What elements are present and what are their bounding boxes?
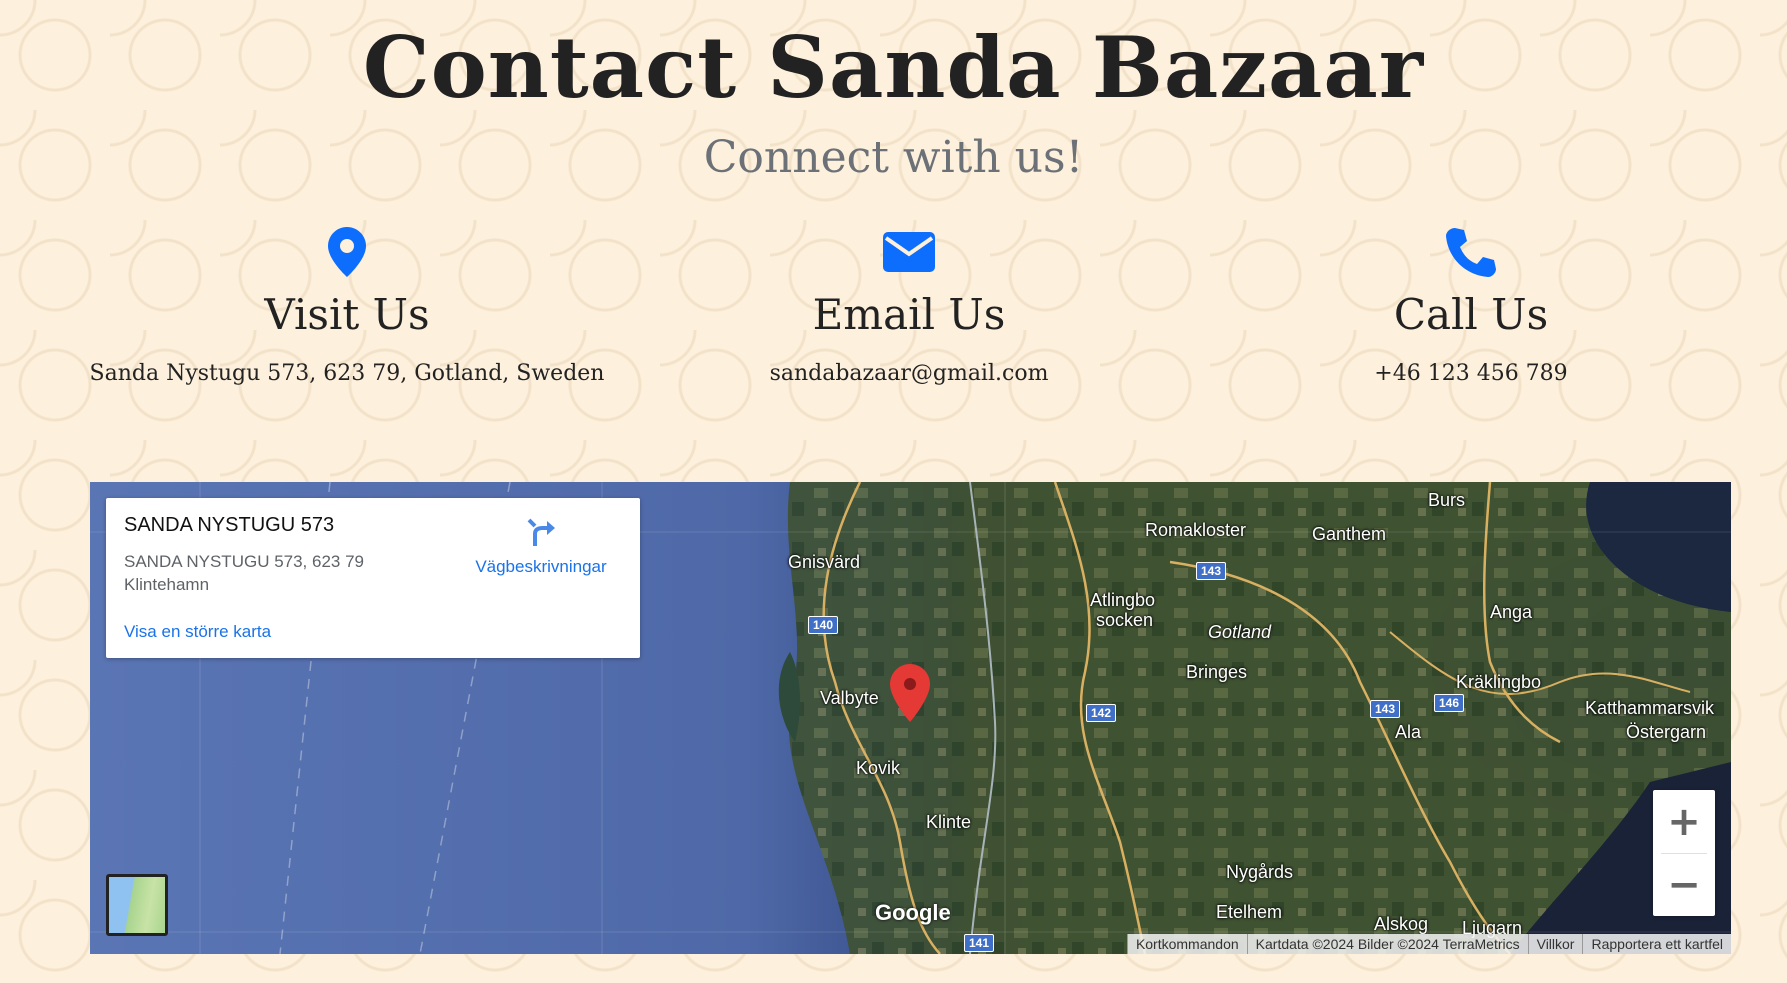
map-label-kovik: Kovik bbox=[856, 758, 901, 778]
zoom-out-button[interactable]: − bbox=[1653, 853, 1715, 916]
page-subtitle: Connect with us! bbox=[703, 132, 1084, 183]
map-label-valbyte: Valbyte bbox=[820, 688, 879, 708]
place-address-line2: Klintehamn bbox=[124, 575, 210, 594]
terms-link[interactable]: Villkor bbox=[1527, 934, 1583, 954]
visit-us-heading: Visit Us bbox=[264, 290, 430, 339]
map-label-alskog: Alskog bbox=[1374, 914, 1429, 934]
road-140: 140 bbox=[808, 616, 839, 634]
place-name: SANDA NYSTUGU 573 bbox=[124, 514, 335, 536]
road-146: 146 bbox=[1434, 694, 1465, 712]
page-title: Contact Sanda Bazaar bbox=[362, 18, 1425, 117]
map-attribution-bar: Kortkommandon Kartdata ©2024 Bilder ©202… bbox=[1126, 934, 1731, 954]
zoom-in-button[interactable]: + bbox=[1653, 790, 1715, 853]
map-label-ganthem: Ganthem bbox=[1312, 524, 1387, 544]
map-label-romakloster: Romakloster bbox=[1145, 520, 1247, 540]
map-label-burs: Burs bbox=[1428, 490, 1466, 510]
call-us-heading: Call Us bbox=[1393, 290, 1549, 339]
map-label-kraklingbo: Kräklingbo bbox=[1456, 672, 1542, 692]
report-error-link[interactable]: Rapportera ett kartfel bbox=[1582, 934, 1731, 954]
map-label-anga: Anga bbox=[1490, 602, 1533, 622]
map-label-gnisvard: Gnisvärd bbox=[788, 552, 861, 572]
zoom-control: + − bbox=[1653, 790, 1715, 916]
larger-map-link[interactable]: Visa en större karta bbox=[124, 622, 271, 642]
map-label-ostergarn: Östergarn bbox=[1626, 722, 1707, 742]
map-label-katthammarsvik: Katthammarsvik bbox=[1585, 698, 1715, 718]
directions-label: Vägbeskrivningar bbox=[475, 557, 607, 576]
place-address-line1: SANDA NYSTUGU 573, 623 79 bbox=[124, 552, 365, 571]
keyboard-shortcuts-link[interactable]: Kortkommandon bbox=[1126, 934, 1247, 954]
road-142: 142 bbox=[1086, 704, 1117, 722]
phone-icon bbox=[1191, 224, 1751, 280]
email-us-heading: Email Us bbox=[812, 290, 1006, 339]
email-us-section: Email Us sandabazaar@gmail.com bbox=[629, 224, 1189, 386]
zoom-divider bbox=[1661, 853, 1707, 854]
email-text[interactable]: sandabazaar@gmail.com bbox=[629, 361, 1189, 386]
map-marker-icon bbox=[67, 224, 627, 280]
map-label-nygards: Nygårds bbox=[1226, 862, 1294, 882]
map-label-bringes: Bringes bbox=[1186, 662, 1248, 682]
directions-button[interactable]: Vägbeskrivningar bbox=[456, 516, 626, 577]
address-text: Sanda Nystugu 573, 623 79, Gotland, Swed… bbox=[89, 361, 605, 386]
place-info-card: SANDA NYSTUGU 573 SANDA NYSTUGU 573, 623… bbox=[106, 498, 640, 658]
call-us-section: Call Us +46 123 456 789 bbox=[1191, 224, 1751, 386]
map-data-credit: Kartdata ©2024 Bilder ©2024 TerraMetrics bbox=[1246, 934, 1528, 954]
road-143-south: 143 bbox=[1370, 700, 1401, 718]
visit-us-section: Visit Us Sanda Nystugu 573, 623 79, Gotl… bbox=[67, 224, 627, 386]
embedded-map[interactable]: Gnisvärd Romakloster Ganthem Burs Atling… bbox=[90, 482, 1731, 954]
envelope-icon bbox=[629, 224, 1189, 280]
map-label-ala: Ala bbox=[1395, 722, 1422, 742]
map-pin-icon[interactable] bbox=[890, 664, 930, 726]
road-143-north: 143 bbox=[1196, 562, 1227, 580]
map-label-gotland: Gotland bbox=[1208, 622, 1272, 642]
map-layers-toggle[interactable] bbox=[106, 874, 168, 936]
map-label-socken: socken bbox=[1096, 610, 1154, 630]
map-label-klinte: Klinte bbox=[926, 812, 972, 832]
road-141: 141 bbox=[964, 934, 995, 952]
directions-icon bbox=[456, 516, 626, 553]
map-label-etelhem: Etelhem bbox=[1216, 902, 1283, 922]
google-logo: Google bbox=[875, 900, 951, 925]
map-label-atlingbo: Atlingbo bbox=[1090, 590, 1156, 610]
phone-text[interactable]: +46 123 456 789 bbox=[1191, 361, 1751, 386]
place-address: SANDA NYSTUGU 573, 623 79 Klintehamn bbox=[124, 550, 424, 596]
